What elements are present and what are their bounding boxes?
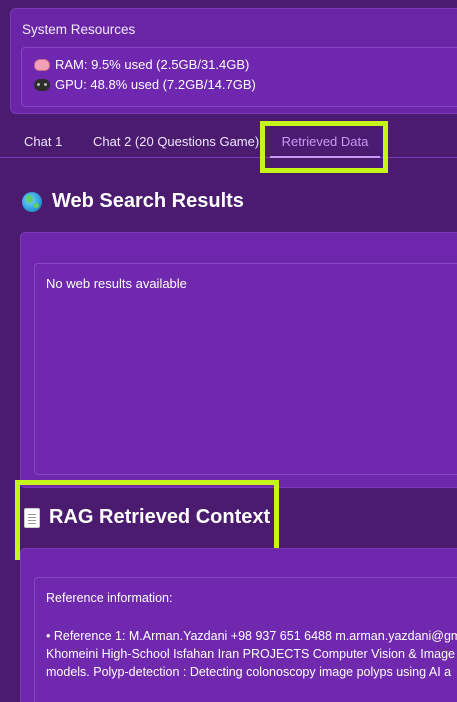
system-resources-box: RAM: 9.5% used (2.5GB/31.4GB) GPU: 48.8%…	[21, 47, 457, 107]
tab-retrieved-data[interactable]: Retrieved Data	[270, 124, 380, 158]
brain-icon	[34, 58, 50, 71]
system-resources-panel: System Resources RAM: 9.5% used (2.5GB/3…	[10, 8, 457, 114]
app-page: System Resources RAM: 9.5% used (2.5GB/3…	[0, 0, 457, 702]
rag-line-3: models. Polyp-detection : Detecting colo…	[46, 665, 452, 679]
gpu-usage: GPU: 48.8% used (7.2GB/14.7GB)	[34, 77, 256, 92]
document-icon	[24, 507, 40, 528]
tab-chat-2[interactable]: Chat 2 (20 Questions Game)	[93, 124, 259, 158]
web-results-panel: No web results available	[20, 232, 457, 488]
rag-intro: Reference information:	[46, 591, 173, 605]
web-results-box[interactable]: No web results available	[34, 263, 457, 475]
gamepad-icon	[34, 78, 50, 91]
rag-line-1: • Reference 1: M.Arman.Yazdani +98 937 6…	[46, 629, 457, 643]
web-search-heading: Web Search Results	[22, 190, 244, 213]
web-results-empty-message: No web results available	[46, 276, 187, 291]
web-search-title: Web Search Results	[52, 190, 244, 212]
rag-line-2: Khomeini High-School Isfahan Iran PROJEC…	[46, 647, 455, 661]
rag-heading: RAG Retrieved Context	[24, 506, 270, 529]
tab-chat-1[interactable]: Chat 1	[24, 124, 62, 158]
rag-title: RAG Retrieved Context	[49, 506, 271, 528]
globe-icon	[22, 191, 42, 212]
rag-context-box[interactable]: Reference information: • Reference 1: M.…	[34, 577, 457, 702]
ram-usage: RAM: 9.5% used (2.5GB/31.4GB)	[34, 57, 249, 72]
gpu-usage-text: GPU: 48.8% used (7.2GB/14.7GB)	[55, 77, 256, 92]
rag-context-panel: Reference information: • Reference 1: M.…	[20, 548, 457, 702]
ram-usage-text: RAM: 9.5% used (2.5GB/31.4GB)	[55, 57, 250, 72]
system-resources-title: System Resources	[22, 22, 136, 37]
tab-bar: Chat 1 Chat 2 (20 Questions Game) Retrie…	[0, 124, 457, 158]
